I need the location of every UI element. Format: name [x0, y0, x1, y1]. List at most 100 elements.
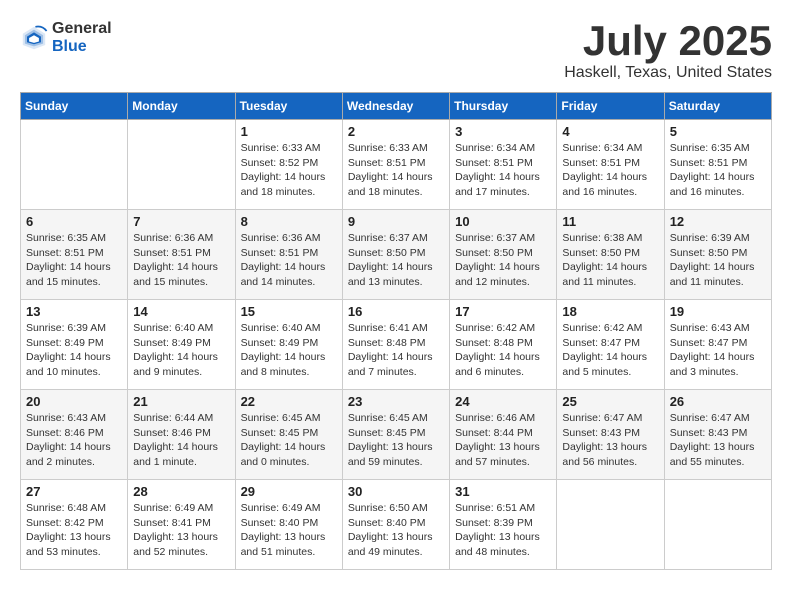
calendar-cell: 24 Sunrise: 6:46 AM Sunset: 8:44 PM Dayli… [450, 390, 557, 480]
calendar-cell: 7Sunrise: 6:36 AM Sunset: 8:51 PM Daylig… [128, 210, 235, 300]
calendar-table: SundayMondayTuesdayWednesdayThursdayFrid… [20, 92, 772, 570]
calendar-cell: 11 Sunrise: 6:38 AM Sunset: 8:50 PM Dayli… [557, 210, 664, 300]
day-number: 31 [455, 484, 551, 499]
calendar-cell: 21Sunrise: 6:44 AM Sunset: 8:46 PM Dayli… [128, 390, 235, 480]
day-detail: Sunrise: 6:39 AM Sunset: 8:50 PM Dayligh… [670, 231, 766, 290]
day-number: 18 [562, 304, 658, 319]
day-number: 2 [348, 124, 444, 139]
day-detail: Sunrise: 6:43 AM Sunset: 8:47 PM Dayligh… [670, 321, 766, 380]
calendar-cell: 26 Sunrise: 6:47 AM Sunset: 8:43 PM Dayli… [664, 390, 771, 480]
day-number: 12 [670, 214, 766, 229]
calendar-cell: 17Sunrise: 6:42 AM Sunset: 8:48 PM Dayli… [450, 300, 557, 390]
calendar-cell: 15 Sunrise: 6:40 AM Sunset: 8:49 PM Dayli… [235, 300, 342, 390]
day-number: 28 [133, 484, 229, 499]
day-detail: Sunrise: 6:40 AM Sunset: 8:49 PM Dayligh… [241, 321, 337, 380]
logo: General Blue [20, 20, 112, 55]
day-detail: Sunrise: 6:35 AM Sunset: 8:51 PM Dayligh… [670, 141, 766, 200]
column-header-monday: Monday [128, 93, 235, 120]
calendar-body: 1Sunrise: 6:33 AM Sunset: 8:52 PM Daylig… [21, 120, 772, 570]
day-number: 5 [670, 124, 766, 139]
day-detail: Sunrise: 6:49 AM Sunset: 8:40 PM Dayligh… [241, 501, 337, 560]
calendar-cell: 19 Sunrise: 6:43 AM Sunset: 8:47 PM Dayli… [664, 300, 771, 390]
calendar-header: SundayMondayTuesdayWednesdayThursdayFrid… [21, 93, 772, 120]
day-detail: Sunrise: 6:48 AM Sunset: 8:42 PM Dayligh… [26, 501, 122, 560]
day-number: 20 [26, 394, 122, 409]
calendar-title: July 2025 [564, 20, 772, 62]
day-detail: Sunrise: 6:33 AM Sunset: 8:51 PM Dayligh… [348, 141, 444, 200]
day-number: 4 [562, 124, 658, 139]
week-row: 6 Sunrise: 6:35 AM Sunset: 8:51 PM Daylig… [21, 210, 772, 300]
logo-text: General Blue [52, 20, 112, 55]
day-detail: Sunrise: 6:44 AM Sunset: 8:46 PM Dayligh… [133, 411, 229, 470]
day-number: 29 [241, 484, 337, 499]
calendar-cell [128, 120, 235, 210]
day-detail: Sunrise: 6:49 AM Sunset: 8:41 PM Dayligh… [133, 501, 229, 560]
day-detail: Sunrise: 6:36 AM Sunset: 8:51 PM Dayligh… [133, 231, 229, 290]
week-row: 1Sunrise: 6:33 AM Sunset: 8:52 PM Daylig… [21, 120, 772, 210]
day-detail: Sunrise: 6:46 AM Sunset: 8:44 PM Dayligh… [455, 411, 551, 470]
logo-general: General [52, 20, 112, 38]
day-number: 30 [348, 484, 444, 499]
calendar-cell: 8Sunrise: 6:36 AM Sunset: 8:51 PM Daylig… [235, 210, 342, 300]
column-header-sunday: Sunday [21, 93, 128, 120]
calendar-cell [21, 120, 128, 210]
day-detail: Sunrise: 6:43 AM Sunset: 8:46 PM Dayligh… [26, 411, 122, 470]
day-number: 11 [562, 214, 658, 229]
day-detail: Sunrise: 6:45 AM Sunset: 8:45 PM Dayligh… [241, 411, 337, 470]
calendar-cell: 9Sunrise: 6:37 AM Sunset: 8:50 PM Daylig… [342, 210, 449, 300]
day-number: 15 [241, 304, 337, 319]
calendar-cell: 25 Sunrise: 6:47 AM Sunset: 8:43 PM Dayli… [557, 390, 664, 480]
calendar-cell: 22 Sunrise: 6:45 AM Sunset: 8:45 PM Dayli… [235, 390, 342, 480]
calendar-cell: 3Sunrise: 6:34 AM Sunset: 8:51 PM Daylig… [450, 120, 557, 210]
week-row: 20 Sunrise: 6:43 AM Sunset: 8:46 PM Dayli… [21, 390, 772, 480]
day-detail: Sunrise: 6:47 AM Sunset: 8:43 PM Dayligh… [562, 411, 658, 470]
page-header: General Blue July 2025 Haskell, Texas, U… [20, 20, 772, 82]
column-header-thursday: Thursday [450, 93, 557, 120]
day-number: 16 [348, 304, 444, 319]
day-number: 25 [562, 394, 658, 409]
day-number: 27 [26, 484, 122, 499]
day-number: 10 [455, 214, 551, 229]
week-row: 13 Sunrise: 6:39 AM Sunset: 8:49 PM Dayli… [21, 300, 772, 390]
day-number: 19 [670, 304, 766, 319]
day-detail: Sunrise: 6:51 AM Sunset: 8:39 PM Dayligh… [455, 501, 551, 560]
day-detail: Sunrise: 6:39 AM Sunset: 8:49 PM Dayligh… [26, 321, 122, 380]
day-number: 3 [455, 124, 551, 139]
calendar-cell: 10 Sunrise: 6:37 AM Sunset: 8:50 PM Dayli… [450, 210, 557, 300]
day-number: 17 [455, 304, 551, 319]
day-number: 22 [241, 394, 337, 409]
calendar-cell: 2 Sunrise: 6:33 AM Sunset: 8:51 PM Daylig… [342, 120, 449, 210]
day-detail: Sunrise: 6:37 AM Sunset: 8:50 PM Dayligh… [348, 231, 444, 290]
day-number: 26 [670, 394, 766, 409]
day-number: 13 [26, 304, 122, 319]
day-detail: Sunrise: 6:37 AM Sunset: 8:50 PM Dayligh… [455, 231, 551, 290]
calendar-cell: 20 Sunrise: 6:43 AM Sunset: 8:46 PM Dayli… [21, 390, 128, 480]
column-header-saturday: Saturday [664, 93, 771, 120]
day-detail: Sunrise: 6:35 AM Sunset: 8:51 PM Dayligh… [26, 231, 122, 290]
calendar-cell: 14 Sunrise: 6:40 AM Sunset: 8:49 PM Dayli… [128, 300, 235, 390]
calendar-cell [664, 480, 771, 570]
calendar-cell: 13 Sunrise: 6:39 AM Sunset: 8:49 PM Dayli… [21, 300, 128, 390]
calendar-cell: 1Sunrise: 6:33 AM Sunset: 8:52 PM Daylig… [235, 120, 342, 210]
day-detail: Sunrise: 6:50 AM Sunset: 8:40 PM Dayligh… [348, 501, 444, 560]
column-header-wednesday: Wednesday [342, 93, 449, 120]
week-row: 27 Sunrise: 6:48 AM Sunset: 8:42 PM Dayli… [21, 480, 772, 570]
header-row: SundayMondayTuesdayWednesdayThursdayFrid… [21, 93, 772, 120]
calendar-cell: 6 Sunrise: 6:35 AM Sunset: 8:51 PM Daylig… [21, 210, 128, 300]
day-detail: Sunrise: 6:45 AM Sunset: 8:45 PM Dayligh… [348, 411, 444, 470]
calendar-cell [557, 480, 664, 570]
day-detail: Sunrise: 6:41 AM Sunset: 8:48 PM Dayligh… [348, 321, 444, 380]
column-header-friday: Friday [557, 93, 664, 120]
day-detail: Sunrise: 6:38 AM Sunset: 8:50 PM Dayligh… [562, 231, 658, 290]
day-detail: Sunrise: 6:47 AM Sunset: 8:43 PM Dayligh… [670, 411, 766, 470]
day-detail: Sunrise: 6:40 AM Sunset: 8:49 PM Dayligh… [133, 321, 229, 380]
calendar-cell: 28 Sunrise: 6:49 AM Sunset: 8:41 PM Dayli… [128, 480, 235, 570]
day-number: 6 [26, 214, 122, 229]
column-header-tuesday: Tuesday [235, 93, 342, 120]
day-number: 24 [455, 394, 551, 409]
day-detail: Sunrise: 6:42 AM Sunset: 8:47 PM Dayligh… [562, 321, 658, 380]
day-number: 14 [133, 304, 229, 319]
calendar-cell: 31 Sunrise: 6:51 AM Sunset: 8:39 PM Dayli… [450, 480, 557, 570]
calendar-cell: 5 Sunrise: 6:35 AM Sunset: 8:51 PM Daylig… [664, 120, 771, 210]
calendar-subtitle: Haskell, Texas, United States [564, 64, 772, 82]
